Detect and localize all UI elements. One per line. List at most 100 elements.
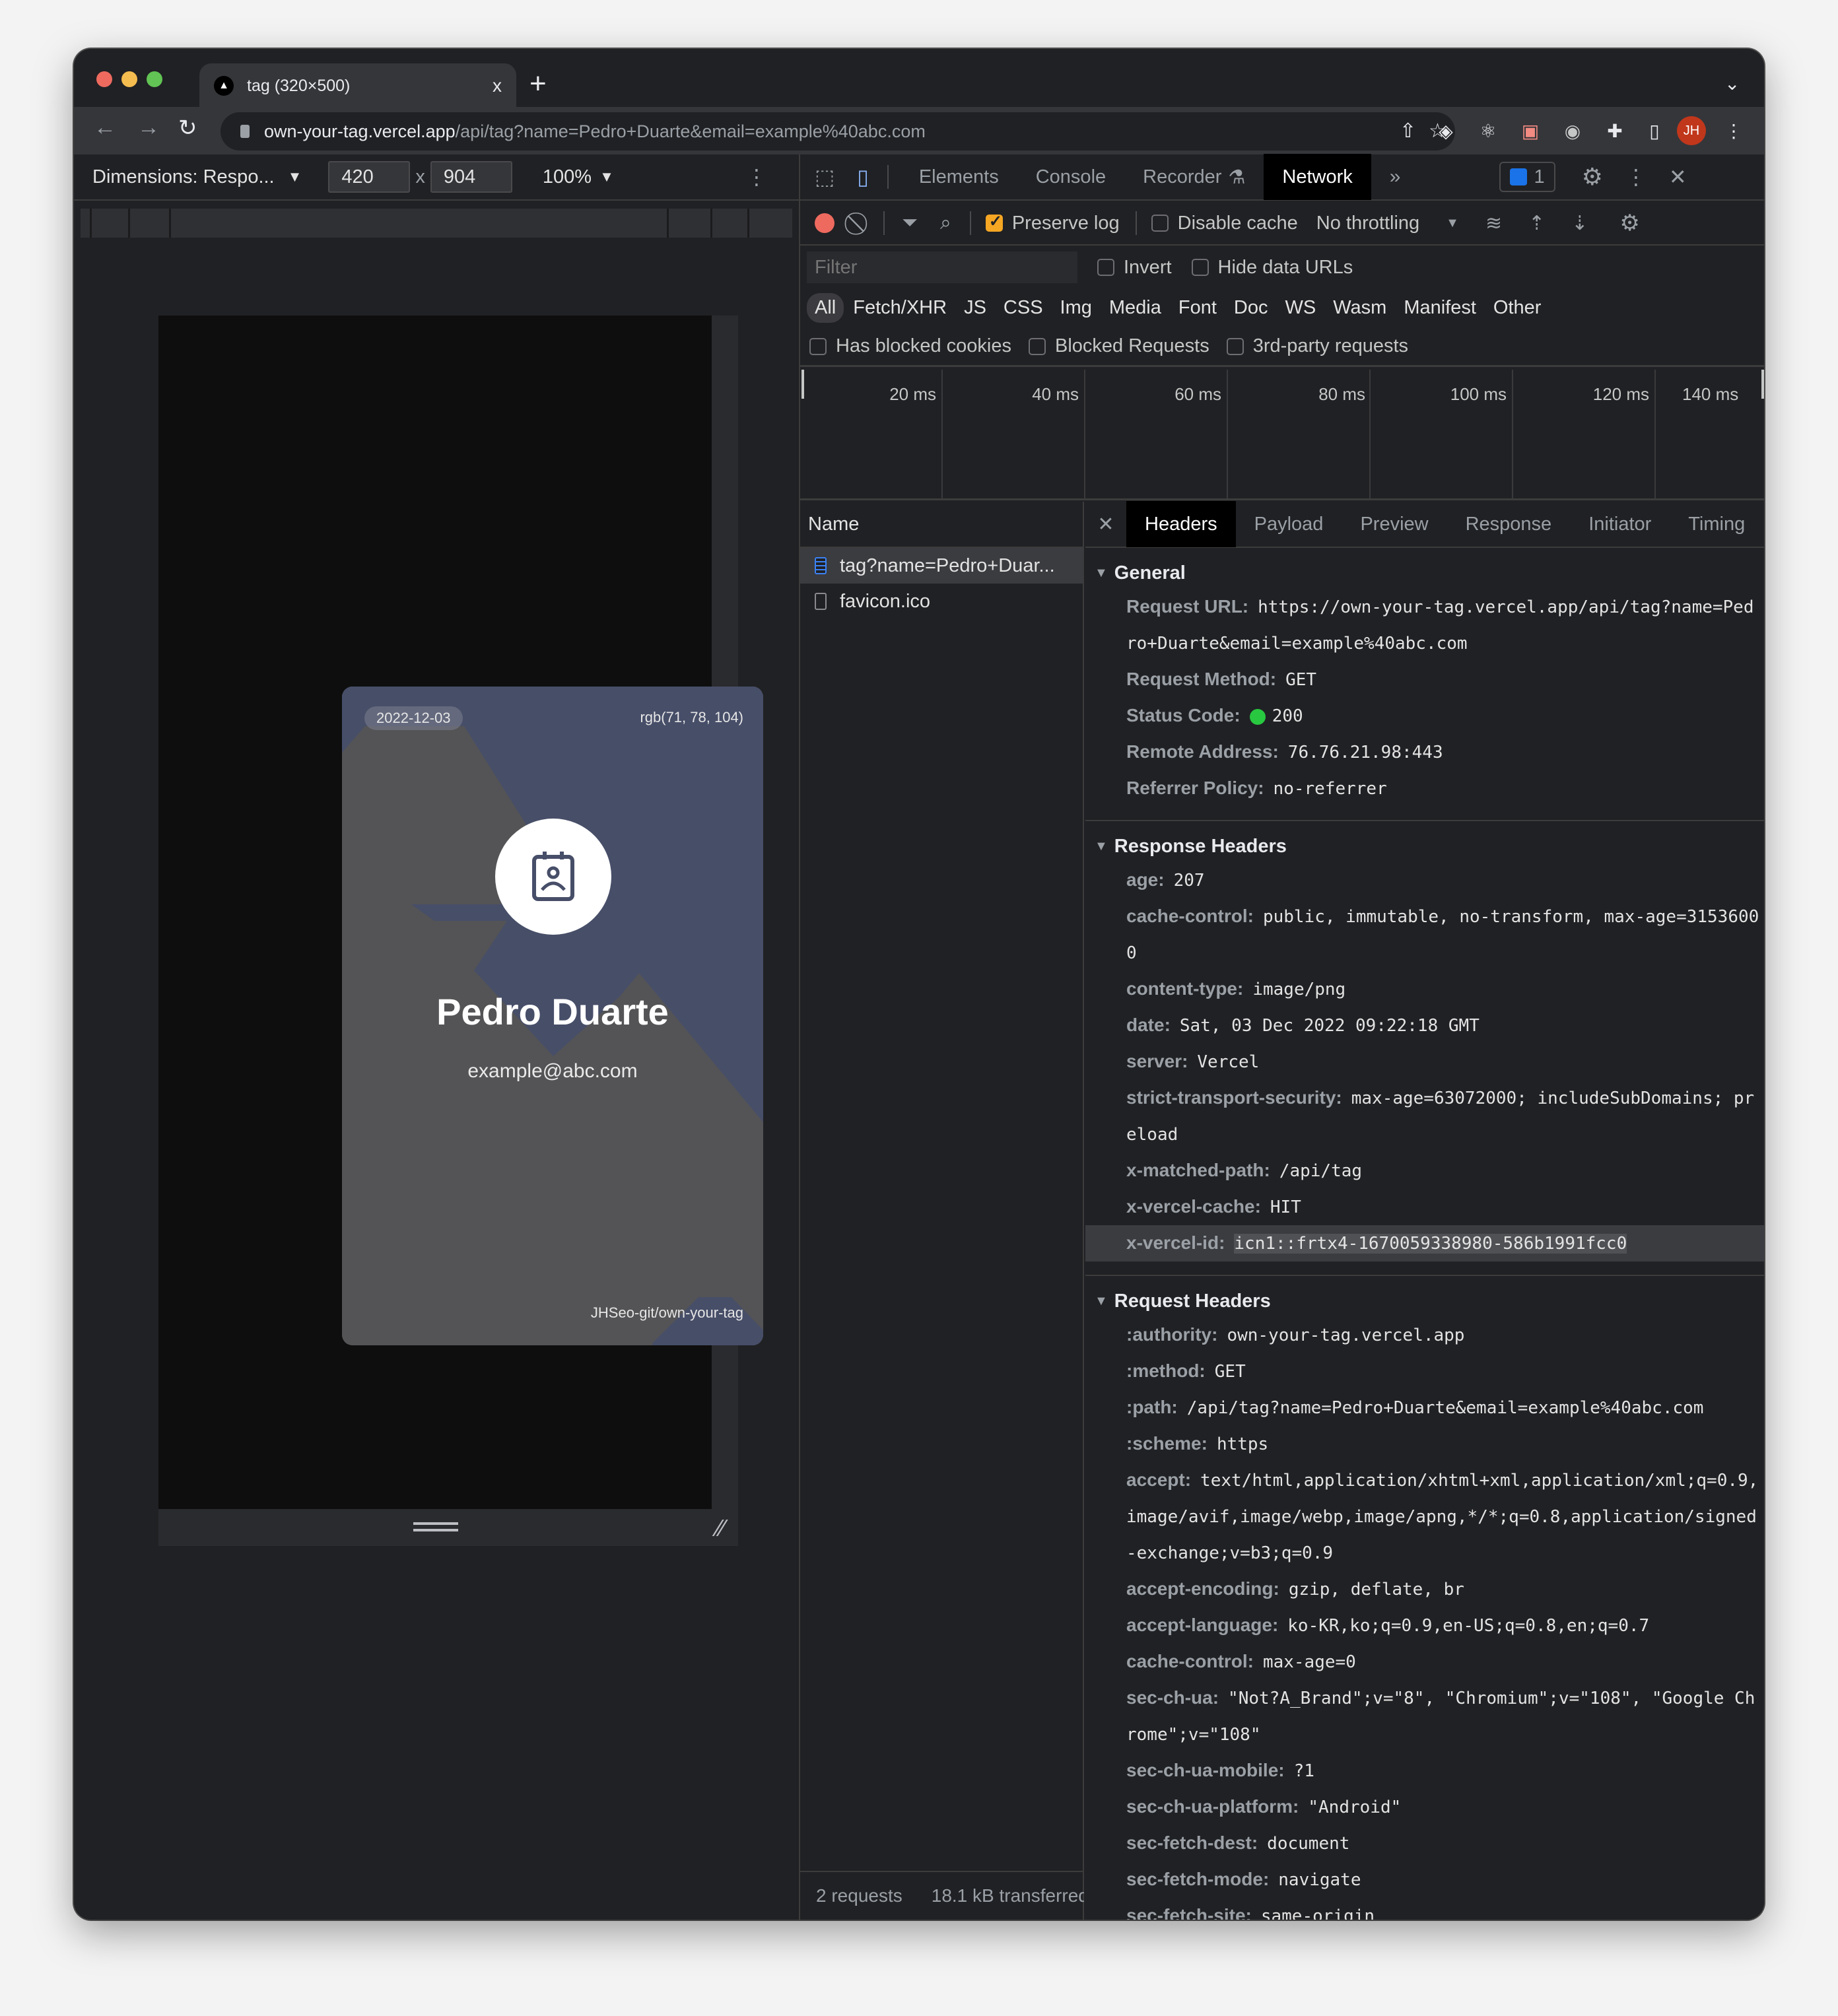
request-row[interactable]: tag?name=Pedro+Duar... bbox=[800, 548, 1083, 584]
has-blocked-cookies-check[interactable] bbox=[809, 337, 827, 355]
dimensions-dropdown-arrow-icon[interactable]: ▼ bbox=[288, 168, 302, 185]
detail-tab-payload[interactable]: Payload bbox=[1236, 501, 1342, 547]
hide-data-urls-checkbox[interactable]: Hide data URLs bbox=[1191, 257, 1353, 279]
dimensions-dropdown[interactable]: Dimensions: Respo... bbox=[92, 166, 275, 188]
disable-cache-checkbox[interactable]: Disable cache bbox=[1151, 213, 1298, 234]
preserve-log-check[interactable] bbox=[985, 212, 1003, 232]
detail-tab-timing[interactable]: Timing bbox=[1670, 501, 1763, 547]
type-filter-img[interactable]: Img bbox=[1052, 293, 1100, 323]
name-column-header[interactable]: Name bbox=[800, 502, 1083, 548]
filter-input[interactable] bbox=[807, 252, 1077, 283]
lock-icon bbox=[240, 125, 250, 138]
type-filter-font[interactable]: Font bbox=[1171, 293, 1225, 323]
export-har-icon[interactable]: ⇣ bbox=[1571, 212, 1588, 235]
third-party-label: 3rd-party requests bbox=[1252, 335, 1409, 356]
detail-tab-response[interactable]: Response bbox=[1447, 501, 1571, 547]
invert-checkbox[interactable]: Invert bbox=[1097, 257, 1172, 279]
response-headers-header[interactable]: ▼ Response Headers bbox=[1085, 830, 1764, 862]
zoom-dropdown[interactable]: 100% bbox=[543, 166, 592, 188]
device-toggle-icon[interactable]: ▯ bbox=[857, 164, 869, 189]
import-har-icon[interactable]: ⇡ bbox=[1528, 212, 1545, 235]
third-party-check[interactable] bbox=[1226, 337, 1244, 355]
browser-menu-icon[interactable]: ⋮ bbox=[1720, 118, 1747, 144]
type-filter-all[interactable]: All bbox=[807, 292, 844, 323]
network-toolbar: ⃠ ⏷ ⌕ Preserve log Disable cache No thro… bbox=[800, 202, 1764, 246]
invert-check[interactable] bbox=[1097, 259, 1114, 276]
issues-button[interactable]: 1 bbox=[1499, 162, 1555, 192]
tab-search-chevron-icon[interactable]: ⌄ bbox=[1724, 73, 1740, 94]
general-section-header[interactable]: ▼ General bbox=[1085, 557, 1764, 589]
tab-close-icon[interactable]: x bbox=[493, 75, 502, 96]
inspect-element-icon[interactable]: ⬚ bbox=[815, 164, 834, 189]
type-filter-wasm[interactable]: Wasm bbox=[1325, 293, 1394, 323]
third-party-checkbox[interactable]: 3rd-party requests bbox=[1226, 335, 1409, 357]
blocked-requests-check[interactable] bbox=[1028, 337, 1046, 355]
blocked-requests-checkbox[interactable]: Blocked Requests bbox=[1028, 335, 1209, 357]
detail-tab-headers[interactable]: Headers bbox=[1126, 501, 1236, 547]
type-filter-manifest[interactable]: Manifest bbox=[1396, 293, 1484, 323]
network-settings-icon[interactable]: ⚙ bbox=[1619, 210, 1639, 236]
detail-tab-initiator[interactable]: Initiator bbox=[1570, 501, 1670, 547]
devtools-close-icon[interactable]: ✕ bbox=[1669, 164, 1687, 189]
react-devtools-icon[interactable]: ⚛ bbox=[1475, 118, 1501, 144]
transferred-size: 18.1 kB transferred bbox=[931, 1885, 1084, 1906]
has-blocked-cookies-checkbox[interactable]: Has blocked cookies bbox=[809, 335, 1011, 357]
disable-cache-check[interactable] bbox=[1151, 215, 1169, 232]
hide-data-urls-check[interactable] bbox=[1191, 259, 1209, 276]
type-filter-ws[interactable]: WS bbox=[1277, 293, 1324, 323]
throttling-select[interactable]: No throttling bbox=[1316, 213, 1419, 234]
timeline-left-handle[interactable] bbox=[801, 370, 804, 399]
tab-network[interactable]: Network bbox=[1264, 154, 1371, 200]
address-bar[interactable]: own-your-tag.vercel.app /api/tag?name=Pe… bbox=[221, 112, 1455, 151]
header-value-selected[interactable]: icn1::frtx4-1670059338980-586b1991fcc0 bbox=[1234, 1234, 1627, 1254]
extension-icon-3[interactable]: ▣ bbox=[1517, 118, 1544, 144]
share-icon[interactable]: ⇧ bbox=[1400, 119, 1416, 143]
device-more-options-icon[interactable]: ⋮ bbox=[746, 164, 767, 189]
extensions-puzzle-icon[interactable]: ✚ bbox=[1602, 118, 1628, 144]
type-filter-css[interactable]: CSS bbox=[996, 293, 1051, 323]
zoom-dropdown-arrow-icon[interactable]: ▼ bbox=[599, 168, 614, 185]
timeline-tick: 120 ms bbox=[1592, 384, 1649, 404]
search-icon[interactable]: ⌕ bbox=[940, 212, 951, 234]
width-input[interactable]: 420 bbox=[328, 161, 411, 193]
forward-arrow-icon[interactable]: → bbox=[137, 115, 160, 141]
type-filter-js[interactable]: JS bbox=[956, 293, 994, 323]
devtools-settings-icon[interactable]: ⚙ bbox=[1582, 163, 1603, 191]
tab-recorder[interactable]: Recorder ⚗ bbox=[1124, 154, 1264, 200]
new-tab-button[interactable]: + bbox=[529, 67, 547, 100]
request-row[interactable]: favicon.ico bbox=[800, 584, 1083, 619]
profile-avatar[interactable]: JH bbox=[1677, 116, 1706, 145]
browser-tab[interactable]: ▲ tag (320×500) x bbox=[199, 63, 516, 108]
type-filter-doc[interactable]: Doc bbox=[1226, 293, 1276, 323]
devtools-menu-icon[interactable]: ⋮ bbox=[1625, 164, 1647, 189]
type-filter-fetch-xhr[interactable]: Fetch/XHR bbox=[845, 293, 955, 323]
preserve-log-checkbox[interactable]: Preserve log bbox=[985, 212, 1120, 234]
filter-funnel-icon[interactable]: ⏷ bbox=[902, 212, 918, 234]
timeline-right-handle[interactable] bbox=[1761, 370, 1764, 399]
network-overview-timeline[interactable]: 20 ms 40 ms 60 ms 80 ms 100 ms 120 ms 14… bbox=[800, 370, 1764, 500]
type-filter-other[interactable]: Other bbox=[1485, 293, 1549, 323]
extension-icon-1[interactable]: ◈ bbox=[1433, 118, 1459, 144]
extension-search-icon[interactable]: ◉ bbox=[1559, 118, 1586, 144]
resize-height-handle[interactable] bbox=[413, 1522, 458, 1531]
maximize-window-button[interactable] bbox=[147, 71, 162, 87]
detail-tab-preview[interactable]: Preview bbox=[1342, 501, 1447, 547]
reload-icon[interactable]: ↻ bbox=[178, 115, 197, 141]
back-arrow-icon[interactable]: ← bbox=[94, 115, 116, 141]
close-window-button[interactable] bbox=[96, 71, 112, 87]
height-input[interactable]: 904 bbox=[430, 161, 512, 193]
type-filter-media[interactable]: Media bbox=[1101, 293, 1169, 323]
side-panel-icon[interactable]: ▯ bbox=[1641, 118, 1668, 144]
tab-elements[interactable]: Elements bbox=[901, 154, 1017, 200]
general-section: ▼ General Request URL: https://own-your-ta… bbox=[1085, 548, 1764, 821]
network-conditions-wifi-icon[interactable]: ≋ bbox=[1485, 212, 1502, 235]
throttling-arrow-icon[interactable]: ▼ bbox=[1446, 216, 1459, 231]
tab-console[interactable]: Console bbox=[1017, 154, 1124, 200]
record-button[interactable] bbox=[815, 213, 834, 233]
minimize-window-button[interactable] bbox=[121, 71, 137, 87]
request-headers-header[interactable]: ▼ Request Headers bbox=[1085, 1285, 1764, 1317]
media-query-ruler[interactable] bbox=[81, 209, 792, 238]
more-tabs-icon[interactable]: » bbox=[1390, 166, 1401, 188]
close-details-icon[interactable]: ✕ bbox=[1085, 513, 1126, 536]
resize-corner-handle[interactable]: ⁄⁄ bbox=[717, 1514, 725, 1542]
